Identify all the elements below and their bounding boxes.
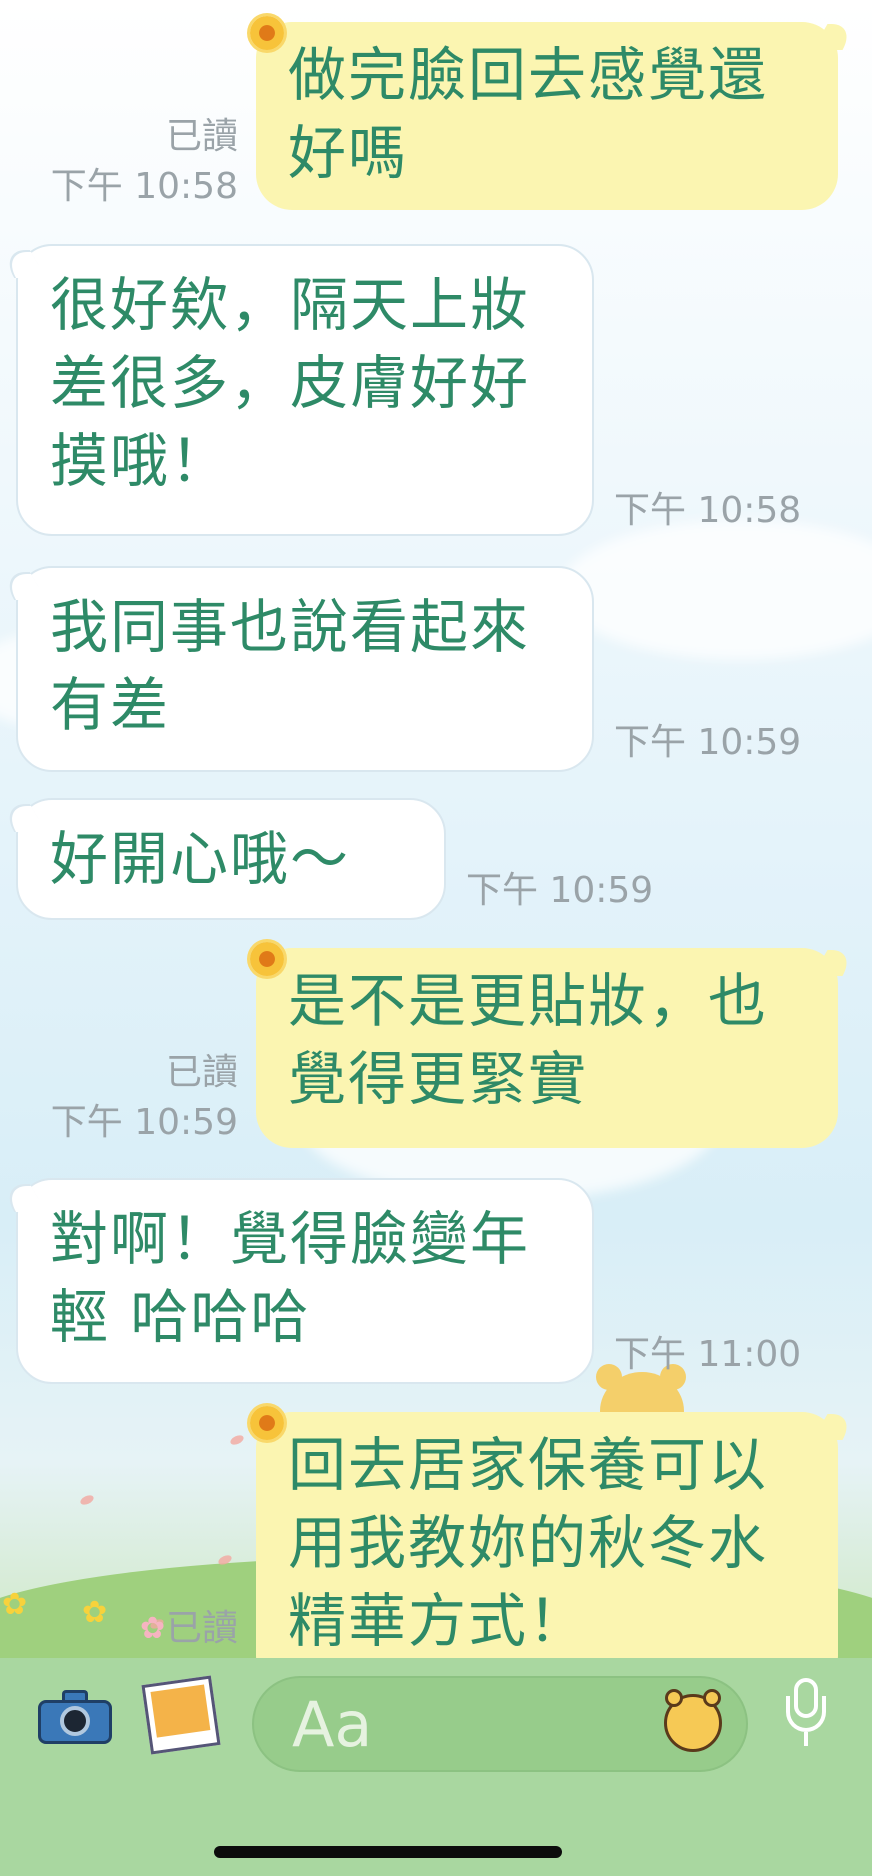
incoming-message-bubble[interactable]: 很好欸，隔天上妝差很多，皮膚好好摸哦！ xyxy=(16,244,594,536)
message-time: 下午 10:59 xyxy=(466,870,654,911)
message-time: 下午 10:59 xyxy=(50,1102,238,1143)
incoming-message-bubble[interactable]: 我同事也說看起來有差 xyxy=(16,566,594,772)
message-text: 回去居家保養可以用我教妳的秋冬水精華方式！ xyxy=(288,1431,769,1655)
flower-badge-icon xyxy=(250,1406,284,1440)
photo-album-icon[interactable] xyxy=(141,1675,221,1755)
message-time: 下午 10:58 xyxy=(50,166,238,207)
flower-badge-icon xyxy=(250,16,284,50)
incoming-message-bubble[interactable]: 好開心哦～ xyxy=(16,798,446,920)
message-input-bar: Aa xyxy=(0,1658,872,1876)
read-receipt: 已讀 xyxy=(165,116,238,157)
cloud xyxy=(560,520,872,660)
petal xyxy=(228,1433,246,1447)
message-text: 我同事也說看起來有差 xyxy=(50,593,531,739)
petal xyxy=(78,1493,96,1507)
message-text: 是不是更貼妝，也覺得更緊實 xyxy=(288,967,769,1113)
flower-decoration: ✿ xyxy=(2,1587,28,1622)
message-input[interactable]: Aa xyxy=(252,1676,748,1772)
pooh-sticker-icon[interactable] xyxy=(664,1689,722,1752)
flower-badge-icon xyxy=(250,942,284,976)
input-placeholder: Aa xyxy=(292,1688,373,1761)
outgoing-message-bubble[interactable]: 做完臉回去感覺還好嗎 xyxy=(250,16,838,210)
message-text: 很好欸，隔天上妝差很多，皮膚好好摸哦！ xyxy=(50,271,531,495)
home-indicator[interactable] xyxy=(214,1846,562,1858)
microphone-icon[interactable] xyxy=(786,1678,826,1750)
message-time: 下午 10:58 xyxy=(614,490,802,531)
camera-icon[interactable] xyxy=(38,1688,112,1744)
message-text: 做完臉回去感覺還好嗎 xyxy=(288,41,769,187)
incoming-message-bubble[interactable]: 對啊！覺得臉變年輕 哈哈哈 xyxy=(16,1178,594,1384)
message-text: 好開心哦～ xyxy=(50,825,351,893)
outgoing-message-bubble[interactable]: 是不是更貼妝，也覺得更緊實 xyxy=(250,942,838,1148)
message-time: 下午 10:59 xyxy=(614,722,802,763)
read-receipt: 已讀 xyxy=(165,1052,238,1093)
message-time: 下午 11:00 xyxy=(614,1334,802,1375)
message-text: 對啊！覺得臉變年輕 哈哈哈 xyxy=(50,1205,531,1351)
outgoing-message-bubble[interactable]: 回去居家保養可以用我教妳的秋冬水精華方式！ xyxy=(250,1406,838,1692)
read-receipt: 已讀 xyxy=(165,1608,238,1649)
